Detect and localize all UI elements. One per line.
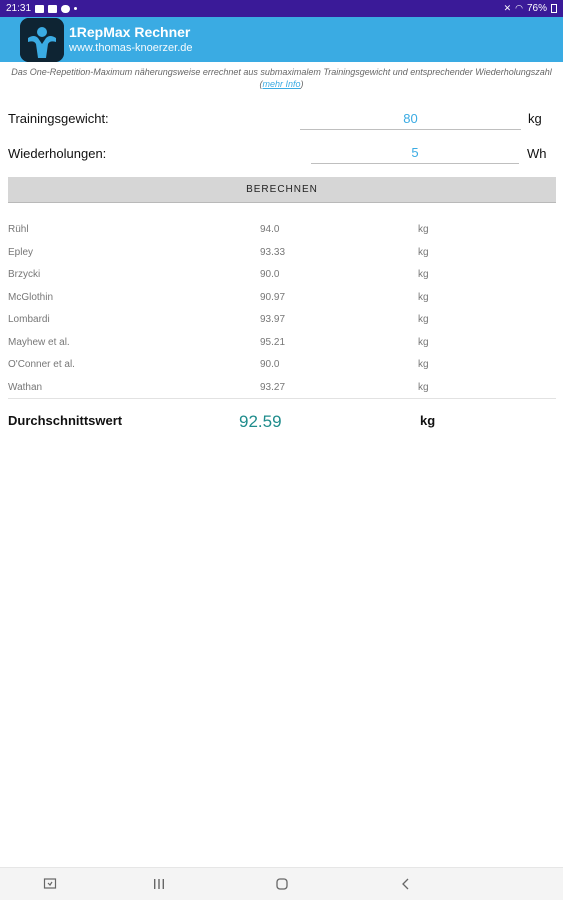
result-unit: kg xyxy=(418,337,429,348)
status-bar: 21:31 ✕ ◠ 76% xyxy=(0,0,563,17)
result-unit: kg xyxy=(418,359,429,370)
weightlifter-icon xyxy=(20,17,64,62)
screenshot-button[interactable] xyxy=(40,874,60,894)
result-row: Mayhew et al. 95.21 kg xyxy=(0,337,563,355)
result-value: 90.0 xyxy=(260,269,280,280)
weight-input[interactable] xyxy=(300,108,521,130)
youtube-icon xyxy=(48,4,58,13)
result-name: Epley xyxy=(8,247,34,258)
weight-label: Trainingsgewicht: xyxy=(8,111,109,126)
result-row: Brzycki 90.0 kg xyxy=(0,269,563,287)
battery-icon xyxy=(551,4,557,13)
calculate-button[interactable]: BERECHNEN xyxy=(8,177,556,203)
result-row: Rühl 94.0 kg xyxy=(0,224,563,242)
recent-apps-icon xyxy=(154,879,164,889)
results-divider xyxy=(8,398,556,399)
app-logo xyxy=(20,17,64,62)
back-button[interactable] xyxy=(396,874,416,894)
result-row: Lombardi 93.97 kg xyxy=(0,314,563,332)
recent-apps-button[interactable] xyxy=(149,874,169,894)
reps-input[interactable] xyxy=(311,142,519,164)
result-name: O'Conner et al. xyxy=(8,359,75,370)
result-unit: kg xyxy=(418,224,429,235)
more-info-link[interactable]: mehr Info xyxy=(262,79,300,89)
notification-icon xyxy=(35,4,45,13)
wifi-icon: ◠ xyxy=(515,3,523,13)
result-row: O'Conner et al. 90.0 kg xyxy=(0,359,563,377)
mute-icon: ✕ xyxy=(503,3,512,13)
average-label: Durchschnittswert xyxy=(8,413,123,428)
result-unit: kg xyxy=(418,314,429,325)
app-bar: 1RepMax Rechner www.thomas-knoerzer.de xyxy=(0,17,563,62)
result-unit: kg xyxy=(418,292,429,303)
home-icon xyxy=(276,878,288,890)
weight-unit: kg xyxy=(528,111,542,126)
result-unit: kg xyxy=(418,247,429,258)
result-value: 90.0 xyxy=(260,359,280,370)
result-name: Wathan xyxy=(8,382,43,393)
average-unit: kg xyxy=(420,413,436,428)
result-name: Lombardi xyxy=(8,314,50,325)
result-name: Rühl xyxy=(8,224,29,235)
result-row: McGlothin 90.97 kg xyxy=(0,292,563,310)
result-value: 93.33 xyxy=(260,247,286,258)
result-value: 95.21 xyxy=(260,337,286,348)
status-time: 21:31 xyxy=(6,3,32,14)
result-name: Brzycki xyxy=(8,269,41,280)
app-subtitle: www.thomas-knoerzer.de xyxy=(69,42,193,54)
result-name: McGlothin xyxy=(8,292,54,303)
average-value: 92.59 xyxy=(239,412,282,431)
result-unit: kg xyxy=(418,382,429,393)
cloud-icon xyxy=(61,4,71,13)
result-unit: kg xyxy=(418,269,429,280)
home-button[interactable] xyxy=(272,874,292,894)
result-value: 90.97 xyxy=(260,292,286,303)
screenshot-icon xyxy=(43,878,57,889)
result-value: 93.27 xyxy=(260,382,286,393)
back-icon xyxy=(402,878,409,890)
battery-level: 76% xyxy=(526,3,547,14)
result-row: Epley 93.33 kg xyxy=(0,247,563,265)
result-value: 94.0 xyxy=(260,224,280,235)
reps-label: Wiederholungen: xyxy=(8,146,107,161)
description-suffix: ) xyxy=(300,79,304,89)
description-text: Das One-Repetition-Maximum näherungsweis… xyxy=(6,66,557,90)
result-name: Mayhew et al. xyxy=(8,337,70,348)
system-nav-bar xyxy=(0,867,563,900)
reps-unit: Wh xyxy=(527,146,547,161)
app-title: 1RepMax Rechner xyxy=(69,24,191,40)
more-notifications-icon xyxy=(74,7,78,10)
result-value: 93.97 xyxy=(260,314,286,325)
